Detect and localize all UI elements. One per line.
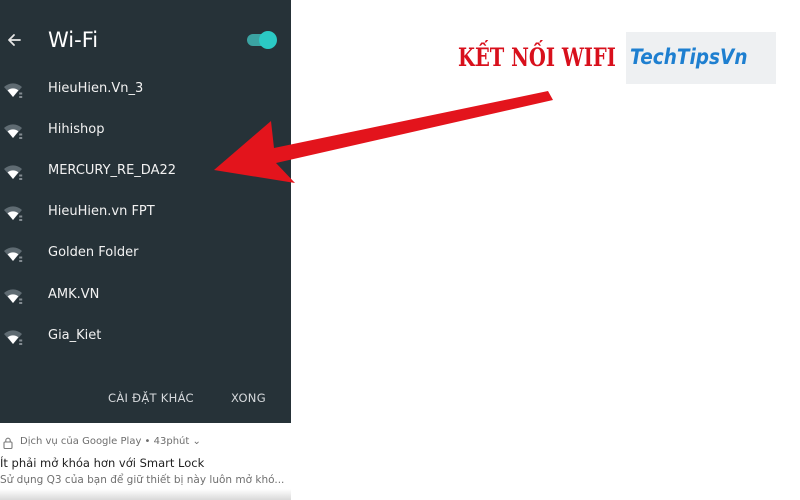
wifi-network-item[interactable]: Hihishop <box>0 110 291 151</box>
wifi-network-name: HieuHien.Vn_3 <box>48 81 144 96</box>
notification-title: Ít phải mở khóa hơn với Smart Lock <box>0 456 205 470</box>
wifi-network-name: MERCURY_RE_DA22 <box>48 163 177 178</box>
wifi-signal-icon <box>4 247 23 262</box>
wifi-network-name: AMK.VN <box>48 287 100 302</box>
annotation-headline: KẾT NỐI WIFI <box>458 43 616 72</box>
wifi-toggle-switch[interactable] <box>245 29 277 51</box>
wifi-dialog: Wi-Fi HieuHien.Vn_3 Hihishop MERCURY_RE_DA… <box>0 0 291 423</box>
wifi-network-name: HieuHien.vn FPT <box>48 204 155 219</box>
brand-logo: TechTipsVn <box>626 32 776 84</box>
wifi-network-name: Golden Folder <box>48 245 139 260</box>
wifi-network-item[interactable]: Gia_Kiet <box>0 316 291 357</box>
done-button[interactable]: XONG <box>231 387 266 409</box>
wifi-signal-icon <box>4 289 23 304</box>
wifi-network-item[interactable]: AMK.VN <box>0 275 291 316</box>
notification-shade-edge <box>0 489 291 500</box>
android-screen: Wi-Fi HieuHien.Vn_3 Hihishop MERCURY_RE_DA… <box>0 0 291 500</box>
wifi-signal-icon <box>4 206 23 221</box>
wifi-signal-icon <box>4 83 23 98</box>
wifi-network-item[interactable]: MERCURY_RE_DA22 <box>0 151 291 192</box>
wifi-signal-icon <box>4 165 23 180</box>
wifi-dialog-title: Wi-Fi <box>48 28 99 52</box>
wifi-network-item[interactable]: HieuHien.Vn_3 <box>0 69 291 110</box>
wifi-network-name: Gia_Kiet <box>48 328 102 343</box>
other-settings-button[interactable]: CÀI ĐẶT KHÁC <box>108 387 194 409</box>
wifi-signal-icon <box>4 330 23 345</box>
toggle-thumb <box>259 31 277 49</box>
wifi-network-item[interactable]: Golden Folder <box>0 233 291 274</box>
wifi-network-name: Hihishop <box>48 122 105 137</box>
brand-logo-text: TechTipsVn <box>630 45 748 69</box>
wifi-network-item[interactable]: HieuHien.vn FPT <box>0 192 291 233</box>
arrow-left-icon <box>8 34 21 46</box>
smart-lock-notification[interactable]: Dịch vụ của Google Play • 43phút ⌄ Ít ph… <box>0 423 291 500</box>
notification-source: Dịch vụ của Google Play • 43phút ⌄ <box>20 436 201 447</box>
wifi-dialog-header: Wi-Fi <box>0 0 291 80</box>
wifi-signal-icon <box>4 124 23 139</box>
notification-body: Sử dụng Q3 của bạn để giữ thiết bị này l… <box>0 474 285 486</box>
lock-icon <box>3 437 13 449</box>
back-button[interactable] <box>0 24 28 56</box>
